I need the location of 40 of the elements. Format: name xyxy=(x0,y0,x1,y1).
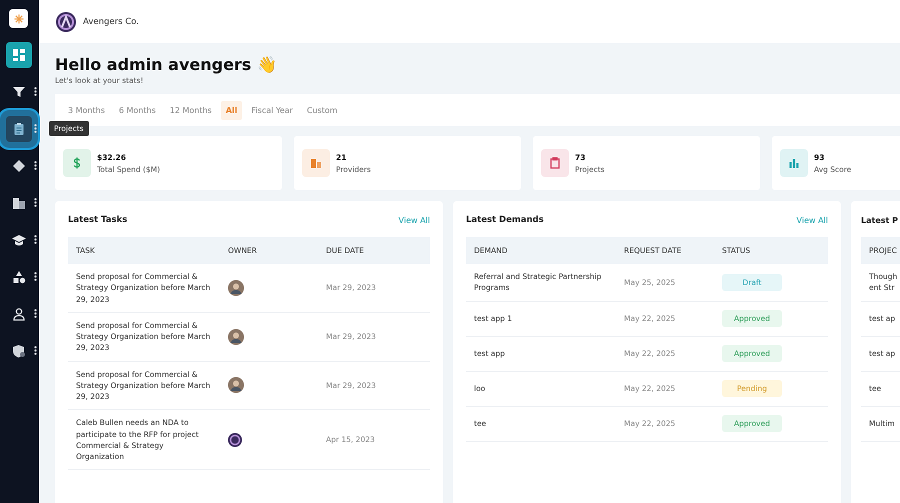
period-tab[interactable]: 6 Months xyxy=(114,100,161,120)
view-all-link[interactable]: View All xyxy=(398,216,430,224)
dashboard-icon xyxy=(12,48,26,62)
company-logo-icon xyxy=(55,10,77,32)
more-icon[interactable] xyxy=(34,235,37,244)
period-tab[interactable]: 12 Months xyxy=(164,100,217,120)
graduation-cap-icon xyxy=(12,232,26,246)
shapes-icon xyxy=(12,270,26,284)
period-tab[interactable]: Fiscal Year xyxy=(246,100,298,120)
avatar-icon xyxy=(228,377,244,394)
company-name: Avengers Co. xyxy=(83,16,139,26)
diamond-icon xyxy=(12,158,26,172)
bar-chart-icon xyxy=(788,157,800,169)
building-icon xyxy=(310,157,322,169)
view-all-link[interactable]: View All xyxy=(796,216,828,224)
period-tab[interactable]: Custom xyxy=(302,100,342,120)
avatar-icon xyxy=(228,280,244,296)
panel-title: Latest P xyxy=(861,216,898,224)
clipboard-icon xyxy=(549,157,561,169)
person-icon xyxy=(12,306,26,320)
more-icon[interactable] xyxy=(34,87,37,96)
building-icon xyxy=(12,196,26,210)
period-tab[interactable]: 3 Months xyxy=(63,100,110,120)
greeting-title: Hello admin avengers 👋 xyxy=(55,55,278,74)
panel-title: Latest Tasks xyxy=(68,215,128,225)
more-icon[interactable] xyxy=(34,161,37,170)
shield-icon xyxy=(12,344,26,358)
avatar-icon xyxy=(228,328,244,345)
panel-title: Latest Demands xyxy=(466,215,544,225)
more-icon[interactable] xyxy=(34,272,37,281)
dollar-icon xyxy=(71,157,83,169)
avatar-icon xyxy=(228,432,242,447)
filter-icon xyxy=(12,84,26,98)
more-icon[interactable] xyxy=(34,309,37,318)
app-logo-icon xyxy=(9,9,28,28)
more-icon[interactable] xyxy=(34,346,37,355)
period-tab[interactable]: All xyxy=(220,100,242,120)
nav-item[interactable] xyxy=(6,42,32,68)
clipboard-icon xyxy=(12,122,26,136)
more-icon[interactable] xyxy=(34,198,37,207)
